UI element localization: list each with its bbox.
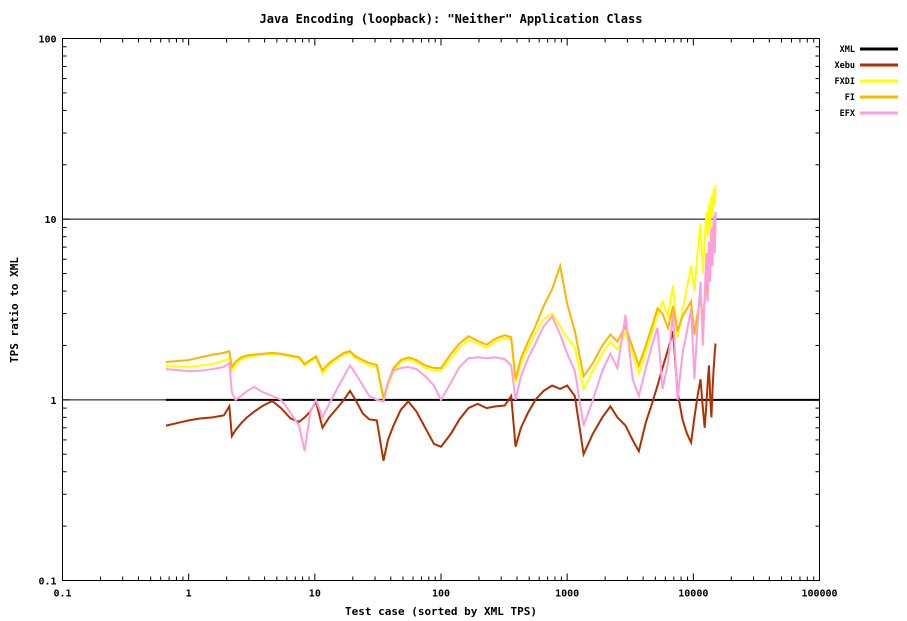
chart-page: Java Encoding (loopback): "Neither" Appl… <box>0 0 907 621</box>
legend-label-efx: EFX <box>840 109 855 119</box>
legend-clip-mask <box>820 38 821 581</box>
legend-label-fi: FI <box>845 93 855 103</box>
y-tick-label: 0.1 <box>38 577 56 588</box>
legend-label-fxdi: FXDI <box>835 77 855 87</box>
x-tick-label: 10 <box>309 589 321 600</box>
y-tick-label: 1 <box>50 396 56 407</box>
x-tick-label: 10000 <box>678 589 708 600</box>
x-tick-label: 100 <box>432 589 450 600</box>
y-axis-label: TPS ratio to XML <box>8 257 21 363</box>
y-tick-label: 10 <box>44 215 56 226</box>
x-tick-label: 0.1 <box>53 589 71 600</box>
legend-label-xebu: Xebu <box>835 61 855 71</box>
y-tick-label: 100 <box>38 35 56 46</box>
x-tick-label: 1 <box>186 589 192 600</box>
chart-svg: Java Encoding (loopback): "Neither" Appl… <box>0 0 907 621</box>
legend-label-xml: XML <box>840 45 855 55</box>
chart-title: Java Encoding (loopback): "Neither" Appl… <box>260 12 643 26</box>
x-tick-label: 100000 <box>801 589 837 600</box>
chart-background <box>0 0 907 621</box>
x-axis-label: Test case (sorted by XML TPS) <box>345 605 537 618</box>
x-tick-label: 1000 <box>555 589 579 600</box>
